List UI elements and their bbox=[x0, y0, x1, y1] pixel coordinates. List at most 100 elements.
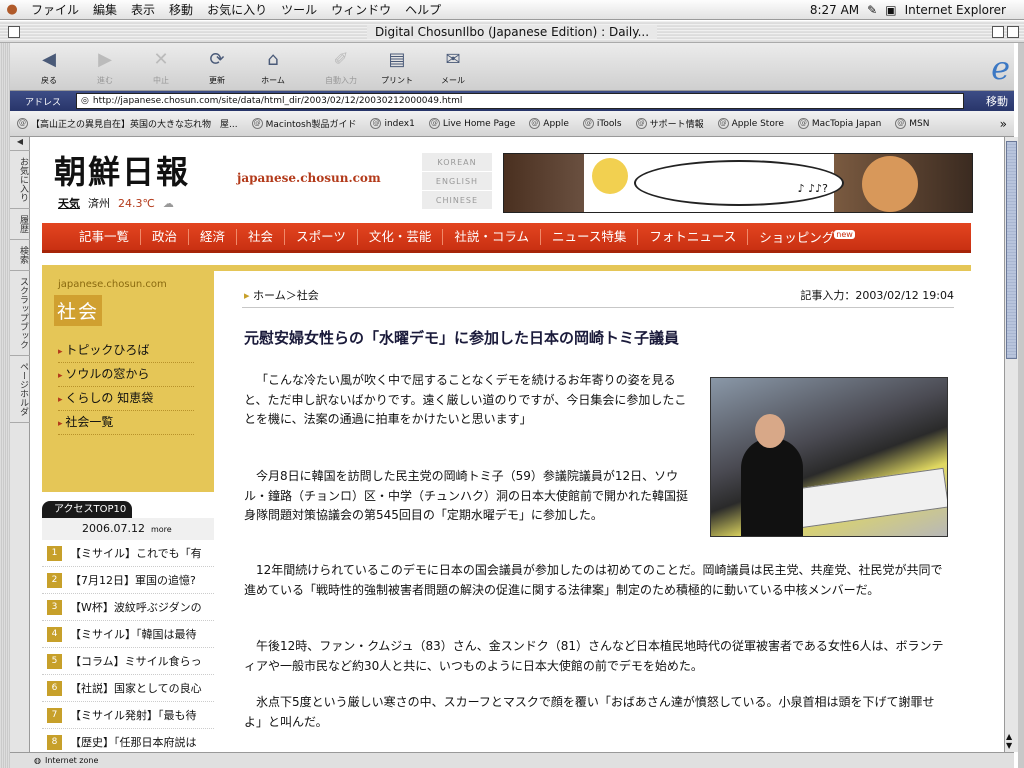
ranking-item[interactable]: 8 【歴史】「任那日本府説は bbox=[42, 729, 214, 752]
site-domain[interactable]: japanese.chosun.com bbox=[237, 171, 381, 185]
access-ranking: アクセスTOP10 2006.07.12 more 1 【ミサイル】これでも「有 2… bbox=[42, 501, 214, 752]
favorite-link[interactable]: @ index1 bbox=[363, 118, 421, 129]
mail-button[interactable]: ✉ メール bbox=[428, 47, 478, 86]
breadcrumb[interactable]: ホーム＞社会 bbox=[244, 287, 319, 303]
vertical-scrollbar[interactable]: ▲ ▼ bbox=[1004, 137, 1018, 752]
sidebar-link[interactable]: くらしの 知恵袋 bbox=[58, 387, 194, 411]
home-button[interactable]: ⌂ ホーム bbox=[248, 47, 298, 86]
favorite-link[interactable]: @ iTools bbox=[576, 118, 629, 129]
rank-title: 【コラム】ミサイル食らっ bbox=[70, 655, 202, 668]
menu-view[interactable]: 表示 bbox=[124, 0, 162, 20]
favorite-link[interactable]: @ Apple Store bbox=[711, 118, 791, 129]
nav-society[interactable]: 社会 bbox=[237, 228, 286, 245]
language-switcher: KOREAN ENGLISH CHINESE bbox=[422, 153, 492, 210]
app-switcher-icon[interactable]: ▣ bbox=[885, 3, 896, 17]
favorite-icon: @ bbox=[717, 118, 729, 129]
lang-english[interactable]: ENGLISH bbox=[422, 172, 492, 191]
favorites-overflow-icon[interactable]: » bbox=[993, 117, 1014, 131]
window-titlebar[interactable]: Digital ChosunIlbo (Japanese Edition) : … bbox=[0, 21, 1024, 43]
address-label: アドレス bbox=[24, 97, 61, 108]
favorite-icon: @ bbox=[582, 118, 594, 129]
favorite-link[interactable]: @ 【高山正之の異見自在】英国の大きな忘れ物 屋... bbox=[10, 117, 245, 130]
access-ranking-date: 2006.07.12 more bbox=[42, 518, 214, 540]
lang-korean[interactable]: KOREAN bbox=[422, 153, 492, 172]
favorite-icon: @ bbox=[797, 118, 809, 129]
print-button[interactable]: ▤ プリント bbox=[372, 47, 422, 86]
nav-sports[interactable]: スポーツ bbox=[285, 228, 358, 245]
address-bar: アドレス ◎ http://japanese.chosun.com/site/da… bbox=[10, 91, 1014, 111]
sidebar-link[interactable]: 社会一覧 bbox=[58, 411, 194, 435]
tab-scrapbook[interactable]: スクラップブック bbox=[10, 271, 30, 356]
nav-editorials[interactable]: 社説・コラム bbox=[443, 228, 541, 245]
tab-search[interactable]: 検索 bbox=[10, 240, 30, 271]
back-button[interactable]: ◀ 戻る bbox=[24, 47, 74, 86]
rank-number: 7 bbox=[47, 707, 62, 723]
explorer-bar-toggle-icon[interactable]: ◀ bbox=[10, 137, 30, 151]
ad-banner[interactable]: ♪ ♪♪? bbox=[503, 153, 973, 213]
speaker-silhouette bbox=[741, 438, 803, 536]
sidebar-link[interactable]: ソウルの窓から bbox=[58, 363, 194, 387]
favorite-link[interactable]: @ Macintosh製品ガイド bbox=[245, 117, 364, 130]
ranking-item[interactable]: 4 【ミサイル】「韓国は最待 bbox=[42, 621, 214, 648]
security-zone: Internet zone bbox=[44, 756, 99, 765]
pencil-icon[interactable]: ✎ bbox=[867, 3, 877, 17]
favorite-link[interactable]: @ サポート情報 bbox=[629, 117, 711, 130]
scroll-arrows-icon[interactable]: ▲ ▼ bbox=[1006, 732, 1012, 750]
section-links: トピックひろば ソウルの窓から くらしの 知恵袋 社会一覧 bbox=[58, 339, 194, 435]
favorite-link[interactable]: @ MSN bbox=[888, 118, 936, 129]
nav-photo-news[interactable]: フォトニュース bbox=[638, 228, 749, 245]
stop-button[interactable]: ✕ 中止 bbox=[136, 47, 186, 86]
ranking-item[interactable]: 5 【コラム】ミサイル食らっ bbox=[42, 648, 214, 675]
ranking-item[interactable]: 3 【W杯】波紋呼ぶジダンの bbox=[42, 594, 214, 621]
menu-window[interactable]: ウィンドウ bbox=[324, 0, 398, 20]
go-button[interactable]: 移動 bbox=[986, 93, 1014, 109]
menu-go[interactable]: 移動 bbox=[162, 0, 200, 20]
menu-file[interactable]: ファイル bbox=[24, 0, 86, 20]
scrollbar-thumb[interactable] bbox=[1006, 141, 1017, 359]
ranking-item[interactable]: 2 【7月12日】軍国の追憶? bbox=[42, 567, 214, 594]
ranking-item[interactable]: 6 【社説】国家としての良心 bbox=[42, 675, 214, 702]
site-logo[interactable]: 朝鮮日報 bbox=[54, 147, 414, 193]
tab-page-holder[interactable]: ページホルダ bbox=[10, 356, 30, 423]
section-sidebar: japanese.chosun.com 社会 トピックひろば ソウルの窓から く… bbox=[42, 265, 214, 492]
collapse-box-icon[interactable] bbox=[1007, 26, 1019, 38]
forward-button[interactable]: ▶ 進む bbox=[80, 47, 130, 86]
menu-tools[interactable]: ツール bbox=[274, 0, 324, 20]
home-icon: ⌂ bbox=[267, 49, 279, 70]
ranking-item[interactable]: 7 【ミサイル発射】「最も待 bbox=[42, 702, 214, 729]
menu-favorites[interactable]: お気に入り bbox=[200, 0, 274, 20]
refresh-button[interactable]: ⟳ 更新 bbox=[192, 47, 242, 86]
favorite-icon: @ bbox=[635, 118, 647, 129]
favorite-link[interactable]: @ Live Home Page bbox=[422, 118, 522, 129]
nav-economy[interactable]: 経済 bbox=[189, 228, 238, 245]
ranking-item[interactable]: 1 【ミサイル】これでも「有 bbox=[42, 540, 214, 567]
menu-help[interactable]: ヘルプ bbox=[398, 0, 448, 20]
window-title: Digital ChosunIlbo (Japanese Edition) : … bbox=[366, 24, 658, 39]
apple-menu-icon[interactable]: ● bbox=[0, 2, 24, 17]
nav-article-list[interactable]: 記事一覧 bbox=[68, 228, 142, 245]
menubar-clock[interactable]: 8:27 AM bbox=[810, 3, 859, 17]
nav-shopping[interactable]: ショッピング new bbox=[748, 227, 866, 246]
rank-number: 4 bbox=[47, 626, 62, 642]
close-box-icon[interactable] bbox=[8, 26, 20, 38]
nav-features[interactable]: ニュース特集 bbox=[541, 228, 639, 245]
sidebar-brand: japanese.chosun.com bbox=[58, 279, 167, 290]
favorite-link[interactable]: @ Apple bbox=[522, 118, 576, 129]
status-bar: ◍ Internet zone bbox=[10, 752, 1014, 768]
more-link[interactable]: more bbox=[151, 525, 172, 534]
menu-edit[interactable]: 編集 bbox=[86, 0, 124, 20]
tab-favorites[interactable]: お気に入り bbox=[10, 151, 30, 209]
autofill-button[interactable]: ✐ 自動入力 bbox=[316, 47, 366, 86]
weather-label[interactable]: 天気 bbox=[58, 195, 80, 211]
zoom-box-icon[interactable] bbox=[992, 26, 1004, 38]
app-name[interactable]: Internet Explorer bbox=[905, 3, 1006, 17]
lang-chinese[interactable]: CHINESE bbox=[422, 191, 492, 210]
favorite-link[interactable]: @ MacTopia Japan bbox=[791, 118, 888, 129]
url-field[interactable]: ◎ http://japanese.chosun.com/site/data/ht… bbox=[76, 93, 964, 109]
article-photo bbox=[710, 377, 948, 537]
nav-politics[interactable]: 政治 bbox=[141, 228, 190, 245]
nav-culture[interactable]: 文化・芸能 bbox=[358, 228, 444, 245]
sidebar-link[interactable]: トピックひろば bbox=[58, 339, 194, 363]
tab-history[interactable]: 履歴 bbox=[10, 209, 30, 240]
article-timestamp: 記事入力：2003/02/12 19:04 bbox=[800, 289, 954, 302]
